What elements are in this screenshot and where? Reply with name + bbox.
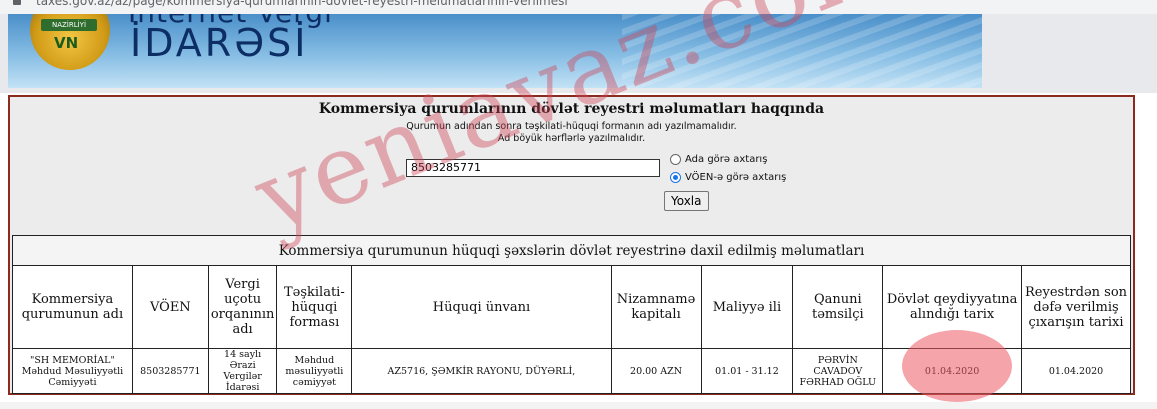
header-voen: VÖEN [131, 265, 209, 349]
emblem-ribbon: NAZİRLİYİ [41, 19, 97, 31]
table-caption: Kommersiya qurumunun hüquqi şəxslərin dö… [12, 235, 1131, 266]
check-button[interactable]: Yoxla [664, 191, 709, 211]
cell-company-name: "SH MEMORİAL" Məhdud Məsuliyyətli Cəmiyy… [12, 348, 133, 394]
table-row: "SH MEMORİAL" Məhdud Məsuliyyətli Cəmiyy… [12, 348, 1131, 394]
voen-input[interactable]: 8503285771 [406, 159, 660, 177]
radio-name-label: Ada görə axtarış [685, 154, 768, 165]
table-header-row: Kommersiya qurumunun adı VÖEN Vergi uçot… [12, 265, 1131, 349]
browser-address-bar[interactable]: taxes.gov.az/az/page/kommersiya-qurumlar… [0, 0, 1157, 14]
search-note-2: Ad böyük hərflərlə yazılmalıdır. [497, 133, 646, 144]
search-section: Kommersiya qurumlarının dövlət reyestri … [10, 97, 1133, 145]
radio-name-button[interactable] [670, 154, 681, 165]
cell-fiscal-year: 01.01 - 31.12 [700, 348, 794, 394]
cell-last-extract-date: 01.04.2020 [1021, 348, 1131, 394]
radio-voen-label: VÖEN-ə görə axtarış [685, 172, 787, 183]
banner-title: İDARƏSİ [130, 21, 309, 65]
header-fiscal-year: Maliyyə ili [700, 265, 794, 349]
cell-charter-capital: 20.00 AZN [610, 348, 702, 394]
radio-voen-button[interactable] [670, 172, 681, 183]
search-note-1: Qurumun adından sonra təşkilati-hüquqi f… [406, 121, 737, 132]
banner-decoration [622, 14, 982, 88]
header-last-extract-date: Reyestrdən son dəfə verilmiş çıxarışın t… [1021, 265, 1131, 349]
header-tax-authority: Vergi uçotu orqanının adı [207, 265, 278, 349]
header-charter-capital: Nizamnamə kapitalı [610, 265, 702, 349]
radio-search-by-voen[interactable]: VÖEN-ə görə axtarış [670, 172, 786, 183]
header-legal-form: Təşkilati-hüquqi forması [276, 265, 353, 349]
radio-search-by-name[interactable]: Ada görə axtarış [670, 154, 767, 165]
cell-voen: 8503285771 [131, 348, 209, 394]
header-legal-representative: Qanuni təmsilçi [792, 265, 884, 349]
registry-panel: Kommersiya qurumlarının dövlət reyestri … [8, 95, 1135, 395]
header-registration-date: Dövlət qeydiyyatına alındığı tarix [882, 265, 1023, 349]
cell-registration-date: 01.04.2020 [882, 348, 1023, 394]
cell-legal-address: AZ5716, ŞƏMKİR RAYONU, DÜYƏRLİ, [351, 348, 612, 394]
lock-icon [13, 0, 21, 5]
address-url[interactable]: taxes.gov.az/az/page/kommersiya-qurumlar… [36, 0, 568, 8]
site-banner: NAZİRLİYİ VN İnternet Vergi İDARƏSİ [8, 14, 982, 88]
cell-legal-representative: PƏRVİN CAVADOV FƏRHAD OĞLU [792, 348, 884, 394]
header-legal-address: Hüquqi ünvanı [351, 265, 612, 349]
emblem-letters: VN [54, 34, 79, 52]
page-bottom [0, 402, 1157, 409]
registry-results-table: Kommersiya qurumunun hüquqi şəxslərin dö… [12, 235, 1131, 394]
header-company-name: Kommersiya qurumunun adı [12, 265, 133, 349]
cell-legal-form: Məhdud məsuliyyətli cəmiyyət [276, 348, 353, 394]
search-heading: Kommersiya qurumlarının dövlət reyestri … [318, 101, 825, 117]
cell-tax-authority: 14 saylı Ərazi Vergilər İdarəsi [207, 348, 278, 394]
